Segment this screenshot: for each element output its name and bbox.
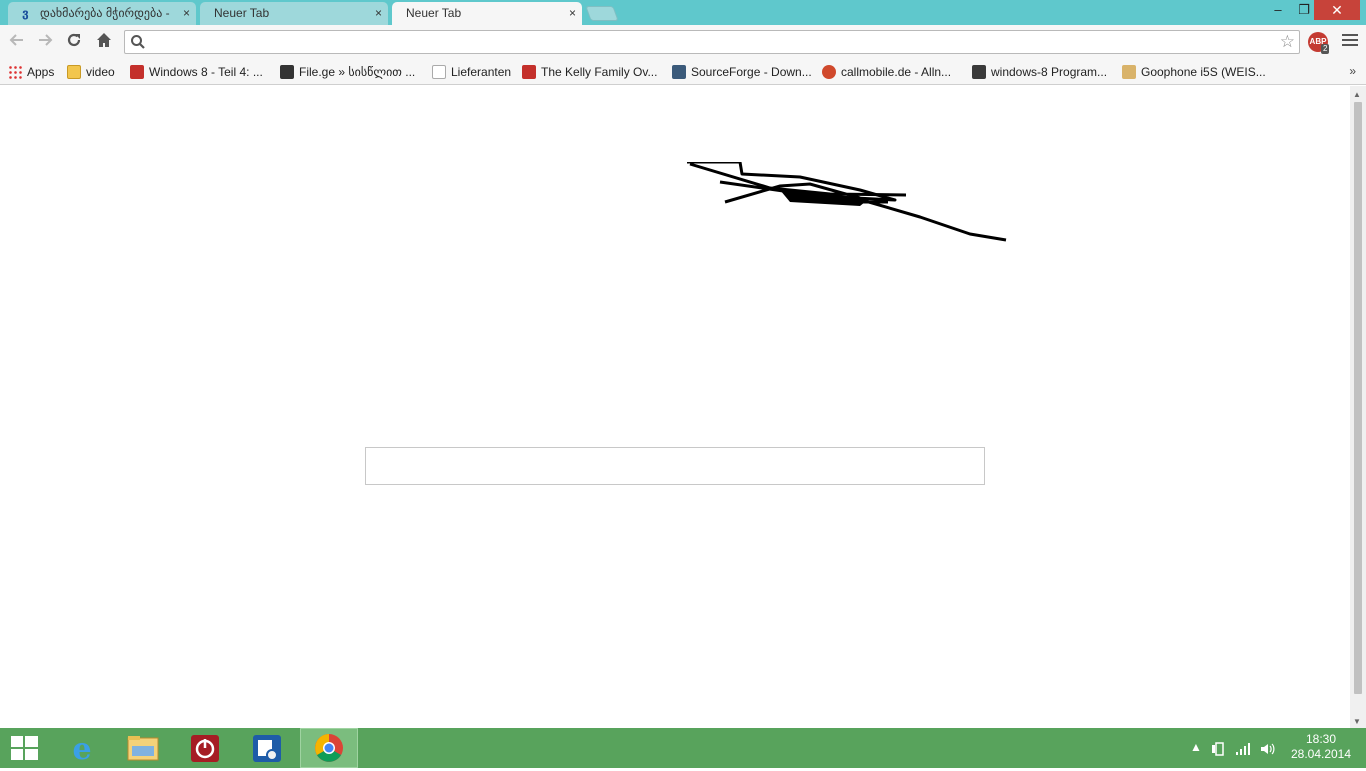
star-site-icon (972, 65, 986, 79)
taskbar-clock[interactable]: 18:30 28.04.2014 (1286, 732, 1356, 762)
taskbar-file-explorer[interactable] (115, 728, 171, 768)
bookmarks-bar: Apps video Windows 8 - Teil 4: ... File.… (0, 60, 1366, 85)
search-icon (131, 35, 145, 49)
battery-power-icon[interactable] (1211, 741, 1227, 757)
windows-taskbar: e ▲ 18:30 28.04.2014 (0, 728, 1366, 768)
internet-explorer-icon: e (72, 732, 91, 767)
bookmark-apps[interactable]: Apps (8, 63, 54, 81)
new-tab-button[interactable] (585, 6, 619, 21)
taskbar-power-app[interactable] (177, 728, 233, 768)
chrome-icon (315, 734, 343, 762)
volume-icon[interactable] (1259, 741, 1275, 757)
home-button[interactable] (93, 31, 115, 53)
forward-button[interactable] (34, 31, 56, 53)
bookmark-callmobile[interactable]: callmobile.de - Alln... (822, 63, 951, 81)
reload-button[interactable] (63, 31, 85, 53)
tray-overflow-icon[interactable]: ▲ (1190, 740, 1202, 754)
hamburger-menu-icon[interactable] (1342, 34, 1358, 48)
omnibox[interactable]: ☆ (124, 30, 1300, 54)
redaction-scribble (687, 162, 1007, 242)
power-app-icon (191, 735, 219, 762)
close-window-button[interactable]: ✕ (1314, 0, 1360, 20)
taskbar-settings-app[interactable] (239, 728, 295, 768)
star-icon[interactable]: ☆ (1280, 31, 1295, 53)
taskbar-internet-explorer[interactable]: e (54, 728, 110, 768)
omnibox-input[interactable] (151, 33, 1271, 51)
ntp-search-box[interactable] (365, 447, 985, 485)
browser-toolbar: ☆ ABP 2 (0, 25, 1366, 60)
svg-text:e: e (72, 732, 91, 767)
browser-titlebar: ვ დახმარება მჭირდება - × Neuer Tab × Neue… (0, 0, 1366, 26)
callmobile-icon (822, 65, 836, 79)
georgian-forum-icon: ვ (22, 6, 29, 20)
tab-close-icon[interactable]: × (375, 6, 382, 20)
arrow-right-icon (39, 34, 53, 46)
youtube-icon (130, 65, 144, 79)
windows-start-icon[interactable] (11, 736, 38, 760)
back-button[interactable] (6, 31, 28, 53)
tab-2[interactable]: Neuer Tab × (200, 2, 388, 25)
bookmark-kelly-family[interactable]: The Kelly Family Ov... (522, 63, 657, 81)
tab-1[interactable]: ვ დახმარება მჭირდება - × (8, 2, 196, 25)
clock-date: 28.04.2014 (1290, 747, 1352, 761)
bookmark-label: SourceForge - Down... (691, 65, 812, 79)
tab-close-icon[interactable]: × (569, 6, 576, 20)
tab-close-icon[interactable]: × (183, 6, 190, 20)
goophone-icon (1122, 65, 1136, 79)
bookmark-label: windows-8 Program... (991, 65, 1108, 79)
file-ge-icon (280, 65, 294, 79)
page-scrollbar[interactable]: ▲ ▼ (1350, 86, 1366, 728)
bookmark-label: Lieferanten (451, 65, 512, 79)
folder-icon (67, 65, 81, 79)
bookmark-lieferanten[interactable]: Lieferanten (432, 63, 511, 81)
scroll-up-icon[interactable]: ▲ (1353, 90, 1361, 99)
home-icon (97, 33, 111, 47)
bookmark-label: callmobile.de - Alln... (841, 65, 952, 79)
apps-grid-icon (8, 65, 22, 79)
bookmark-label: Windows 8 - Teil 4: ... (149, 65, 263, 79)
page-icon (432, 65, 446, 79)
bookmark-label: video (86, 65, 115, 79)
bookmarks-overflow-button[interactable]: » (1349, 64, 1356, 78)
bookmark-label: Goophone i5S (WEIS... (1141, 65, 1266, 79)
reload-icon (67, 33, 81, 47)
taskbar-chrome[interactable] (300, 728, 358, 768)
bookmark-label: The Kelly Family Ov... (541, 65, 658, 79)
bookmark-label: Apps (27, 65, 55, 79)
sourceforge-icon (672, 65, 686, 79)
adblock-count-badge: 2 (1321, 44, 1330, 54)
tab-title: დახმარება მჭირდება - (40, 6, 170, 20)
new-tab-page (0, 86, 1350, 728)
bookmark-sourceforge[interactable]: SourceForge - Down... (672, 63, 812, 81)
bookmark-label: File.ge » სისწლით ... (299, 65, 416, 79)
bookmark-goophone[interactable]: Goophone i5S (WEIS... (1122, 63, 1266, 81)
bookmark-file-ge[interactable]: File.ge » სისწლით ... (280, 63, 415, 81)
clock-time: 18:30 (1305, 732, 1337, 746)
youtube-icon (522, 65, 536, 79)
scroll-thumb[interactable] (1354, 102, 1362, 694)
tab-title: Neuer Tab (406, 6, 462, 20)
bookmark-windows8-program[interactable]: windows-8 Program... (972, 63, 1107, 81)
file-explorer-icon (127, 736, 159, 761)
network-signal-icon[interactable] (1235, 741, 1251, 757)
tab-3-active[interactable]: Neuer Tab × (392, 2, 582, 26)
scroll-down-icon[interactable]: ▼ (1353, 717, 1361, 726)
ntp-search-input[interactable] (366, 448, 984, 484)
minimize-button[interactable]: – (1264, 0, 1292, 20)
settings-app-icon (253, 735, 281, 762)
arrow-left-icon (9, 34, 23, 46)
bookmark-video[interactable]: video (67, 63, 115, 81)
bookmark-windows8[interactable]: Windows 8 - Teil 4: ... (130, 63, 263, 81)
tab-title: Neuer Tab (214, 6, 270, 20)
